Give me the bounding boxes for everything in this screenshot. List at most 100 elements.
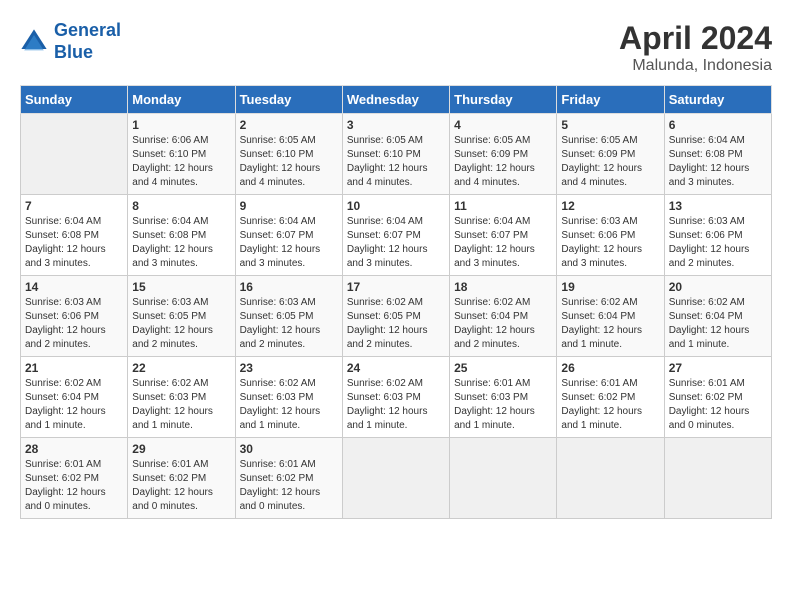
day-info: Sunrise: 6:01 AM Sunset: 6:02 PM Dayligh…: [132, 458, 230, 514]
calendar-cell: 16 Sunrise: 6:03 AM Sunset: 6:05 PM Dayli…: [235, 276, 342, 357]
day-number: 17: [347, 280, 445, 294]
calendar-cell: 21 Sunrise: 6:02 AM Sunset: 6:04 PM Dayli…: [21, 357, 128, 438]
day-info: Sunrise: 6:02 AM Sunset: 6:04 PM Dayligh…: [561, 296, 659, 352]
week-row-2: 7Sunrise: 6:04 AM Sunset: 6:08 PM Daylig…: [21, 195, 772, 276]
day-info: Sunrise: 6:03 AM Sunset: 6:06 PM Dayligh…: [669, 215, 767, 271]
calendar-cell: [21, 114, 128, 195]
day-number: 10: [347, 199, 445, 213]
logo-text: General Blue: [54, 20, 121, 63]
day-info: Sunrise: 6:01 AM Sunset: 6:02 PM Dayligh…: [669, 377, 767, 433]
day-number: 3: [347, 118, 445, 132]
day-number: 18: [454, 280, 552, 294]
day-number: 1: [132, 118, 230, 132]
day-info: Sunrise: 6:05 AM Sunset: 6:09 PM Dayligh…: [561, 134, 659, 190]
day-info: Sunrise: 6:04 AM Sunset: 6:07 PM Dayligh…: [240, 215, 338, 271]
day-info: Sunrise: 6:02 AM Sunset: 6:04 PM Dayligh…: [454, 296, 552, 352]
calendar-cell: 19 Sunrise: 6:02 AM Sunset: 6:04 PM Dayli…: [557, 276, 664, 357]
day-info: Sunrise: 6:04 AM Sunset: 6:08 PM Dayligh…: [669, 134, 767, 190]
day-number: 16: [240, 280, 338, 294]
calendar-cell: [450, 438, 557, 519]
day-number: 11: [454, 199, 552, 213]
calendar-cell: 15Sunrise: 6:03 AM Sunset: 6:05 PM Dayli…: [128, 276, 235, 357]
day-info: Sunrise: 6:04 AM Sunset: 6:07 PM Dayligh…: [347, 215, 445, 271]
calendar-cell: 6 Sunrise: 6:04 AM Sunset: 6:08 PM Daylig…: [664, 114, 771, 195]
title-block: April 2024 Malunda, Indonesia: [619, 20, 772, 75]
day-number: 14: [25, 280, 123, 294]
day-info: Sunrise: 6:04 AM Sunset: 6:08 PM Dayligh…: [132, 215, 230, 271]
week-row-1: 1 Sunrise: 6:06 AM Sunset: 6:10 PM Daylig…: [21, 114, 772, 195]
calendar-cell: 20 Sunrise: 6:02 AM Sunset: 6:04 PM Dayli…: [664, 276, 771, 357]
day-info: Sunrise: 6:01 AM Sunset: 6:03 PM Dayligh…: [454, 377, 552, 433]
day-info: Sunrise: 6:06 AM Sunset: 6:10 PM Dayligh…: [132, 134, 230, 190]
day-number: 25: [454, 361, 552, 375]
calendar-cell: 18 Sunrise: 6:02 AM Sunset: 6:04 PM Dayli…: [450, 276, 557, 357]
col-header-friday: Friday: [557, 86, 664, 114]
day-info: Sunrise: 6:01 AM Sunset: 6:02 PM Dayligh…: [25, 458, 123, 514]
day-number: 15: [132, 280, 230, 294]
calendar-cell: 23Sunrise: 6:02 AM Sunset: 6:03 PM Dayli…: [235, 357, 342, 438]
day-info: Sunrise: 6:02 AM Sunset: 6:03 PM Dayligh…: [132, 377, 230, 433]
calendar-cell: 4Sunrise: 6:05 AM Sunset: 6:09 PM Daylig…: [450, 114, 557, 195]
day-info: Sunrise: 6:05 AM Sunset: 6:10 PM Dayligh…: [240, 134, 338, 190]
day-info: Sunrise: 6:04 AM Sunset: 6:07 PM Dayligh…: [454, 215, 552, 271]
day-number: 24: [347, 361, 445, 375]
logo: General Blue: [20, 20, 121, 63]
calendar-cell: 1 Sunrise: 6:06 AM Sunset: 6:10 PM Daylig…: [128, 114, 235, 195]
calendar-cell: 3 Sunrise: 6:05 AM Sunset: 6:10 PM Daylig…: [342, 114, 449, 195]
day-number: 2: [240, 118, 338, 132]
day-number: 26: [561, 361, 659, 375]
day-number: 19: [561, 280, 659, 294]
day-info: Sunrise: 6:02 AM Sunset: 6:03 PM Dayligh…: [347, 377, 445, 433]
day-info: Sunrise: 6:02 AM Sunset: 6:04 PM Dayligh…: [25, 377, 123, 433]
day-number: 8: [132, 199, 230, 213]
calendar-cell: 13 Sunrise: 6:03 AM Sunset: 6:06 PM Dayli…: [664, 195, 771, 276]
week-row-3: 14 Sunrise: 6:03 AM Sunset: 6:06 PM Dayli…: [21, 276, 772, 357]
calendar-cell: [342, 438, 449, 519]
day-number: 28: [25, 442, 123, 456]
calendar-cell: [557, 438, 664, 519]
col-header-tuesday: Tuesday: [235, 86, 342, 114]
calendar-cell: 27 Sunrise: 6:01 AM Sunset: 6:02 PM Dayli…: [664, 357, 771, 438]
day-number: 29: [132, 442, 230, 456]
calendar-header-row: SundayMondayTuesdayWednesdayThursdayFrid…: [21, 86, 772, 114]
day-info: Sunrise: 6:05 AM Sunset: 6:10 PM Dayligh…: [347, 134, 445, 190]
calendar-cell: 14 Sunrise: 6:03 AM Sunset: 6:06 PM Dayli…: [21, 276, 128, 357]
week-row-4: 21 Sunrise: 6:02 AM Sunset: 6:04 PM Dayli…: [21, 357, 772, 438]
calendar-table: SundayMondayTuesdayWednesdayThursdayFrid…: [20, 85, 772, 519]
col-header-wednesday: Wednesday: [342, 86, 449, 114]
calendar-cell: 5 Sunrise: 6:05 AM Sunset: 6:09 PM Daylig…: [557, 114, 664, 195]
day-number: 22: [132, 361, 230, 375]
day-number: 5: [561, 118, 659, 132]
day-number: 23: [240, 361, 338, 375]
day-info: Sunrise: 6:03 AM Sunset: 6:05 PM Dayligh…: [240, 296, 338, 352]
page-subtitle: Malunda, Indonesia: [619, 57, 772, 75]
day-number: 27: [669, 361, 767, 375]
calendar-cell: 10 Sunrise: 6:04 AM Sunset: 6:07 PM Dayli…: [342, 195, 449, 276]
col-header-sunday: Sunday: [21, 86, 128, 114]
day-number: 6: [669, 118, 767, 132]
calendar-cell: 7Sunrise: 6:04 AM Sunset: 6:08 PM Daylig…: [21, 195, 128, 276]
calendar-cell: 9 Sunrise: 6:04 AM Sunset: 6:07 PM Daylig…: [235, 195, 342, 276]
day-info: Sunrise: 6:03 AM Sunset: 6:06 PM Dayligh…: [561, 215, 659, 271]
day-number: 13: [669, 199, 767, 213]
calendar-cell: 12Sunrise: 6:03 AM Sunset: 6:06 PM Dayli…: [557, 195, 664, 276]
logo-icon: [20, 28, 48, 56]
day-number: 30: [240, 442, 338, 456]
week-row-5: 28 Sunrise: 6:01 AM Sunset: 6:02 PM Dayli…: [21, 438, 772, 519]
day-number: 9: [240, 199, 338, 213]
calendar-cell: 25 Sunrise: 6:01 AM Sunset: 6:03 PM Dayli…: [450, 357, 557, 438]
day-info: Sunrise: 6:03 AM Sunset: 6:06 PM Dayligh…: [25, 296, 123, 352]
day-number: 21: [25, 361, 123, 375]
calendar-cell: [664, 438, 771, 519]
day-info: Sunrise: 6:02 AM Sunset: 6:04 PM Dayligh…: [669, 296, 767, 352]
col-header-saturday: Saturday: [664, 86, 771, 114]
calendar-cell: 2 Sunrise: 6:05 AM Sunset: 6:10 PM Daylig…: [235, 114, 342, 195]
page-title: April 2024: [619, 20, 772, 57]
day-info: Sunrise: 6:02 AM Sunset: 6:05 PM Dayligh…: [347, 296, 445, 352]
calendar-cell: 24 Sunrise: 6:02 AM Sunset: 6:03 PM Dayli…: [342, 357, 449, 438]
calendar-cell: 26Sunrise: 6:01 AM Sunset: 6:02 PM Dayli…: [557, 357, 664, 438]
day-info: Sunrise: 6:01 AM Sunset: 6:02 PM Dayligh…: [240, 458, 338, 514]
col-header-thursday: Thursday: [450, 86, 557, 114]
day-number: 20: [669, 280, 767, 294]
day-info: Sunrise: 6:05 AM Sunset: 6:09 PM Dayligh…: [454, 134, 552, 190]
